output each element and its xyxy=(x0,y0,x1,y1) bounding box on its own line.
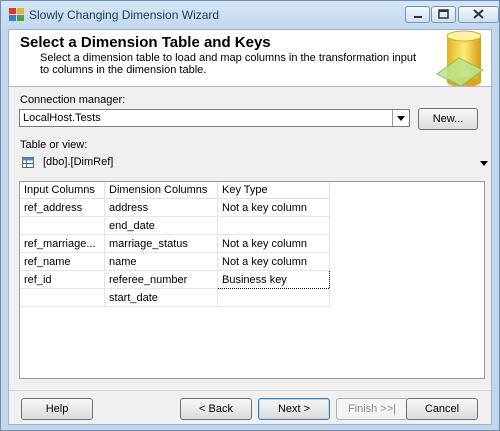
close-icon xyxy=(473,9,484,19)
input-column-cell[interactable] xyxy=(20,216,105,235)
input-column-cell[interactable]: ref_marriage... xyxy=(20,234,105,253)
wizard-page: Select a Dimension Table and Keys Select… xyxy=(8,29,492,425)
chevron-down-icon xyxy=(397,116,405,121)
table-row: ref_marriage... marriage_status Not a ke… xyxy=(20,234,330,253)
wizard-window: Slowly Changing Dimension Wizard Select … xyxy=(0,0,500,431)
connection-manager-select[interactable]: LocalHost.Tests xyxy=(19,109,410,127)
dimension-column-cell: marriage_status xyxy=(104,234,218,253)
next-button[interactable]: Next > xyxy=(258,398,330,420)
connection-manager-value: LocalHost.Tests xyxy=(23,112,101,124)
new-connection-button[interactable]: New... xyxy=(418,108,478,130)
minimize-button[interactable] xyxy=(405,6,430,23)
key-type-cell-selected[interactable]: Business key xyxy=(217,270,330,289)
table-or-view-value: [dbo].[DimRef] xyxy=(43,156,114,168)
title-bar: Slowly Changing Dimension Wizard xyxy=(1,1,499,29)
key-type-cell[interactable]: Not a key column xyxy=(217,252,330,271)
connection-dropdown-arrow[interactable] xyxy=(392,110,409,126)
key-type-cell[interactable]: Not a key column xyxy=(217,234,330,253)
window-title: Slowly Changing Dimension Wizard xyxy=(29,8,220,22)
table-row: ref_name name Not a key column xyxy=(20,252,330,271)
dimension-column-cell: start_date xyxy=(104,288,218,307)
finish-button: Finish >>| xyxy=(336,398,408,420)
footer-divider xyxy=(9,390,491,391)
dimension-columns-header[interactable]: Dimension Columns xyxy=(104,182,218,199)
table-row: ref_id referee_number Business key xyxy=(20,270,330,289)
maximize-icon xyxy=(438,9,449,19)
column-mapping-grid[interactable]: Input Columns Dimension Columns Key Type… xyxy=(19,181,485,379)
table-icon xyxy=(22,157,34,168)
table-or-view-label: Table or view: xyxy=(20,139,88,151)
input-column-cell[interactable] xyxy=(20,288,105,307)
cancel-button[interactable]: Cancel xyxy=(406,398,478,420)
minimize-icon xyxy=(414,16,422,18)
page-header: Select a Dimension Table and Keys Select… xyxy=(9,30,491,87)
table-row: end_date xyxy=(20,216,330,235)
input-column-cell[interactable]: ref_address xyxy=(20,198,105,217)
input-columns-header[interactable]: Input Columns xyxy=(20,182,105,199)
input-column-cell[interactable]: ref_id xyxy=(20,270,105,289)
help-button[interactable]: Help xyxy=(21,398,93,420)
app-icon xyxy=(9,8,24,21)
dimension-column-cell: address xyxy=(104,198,218,217)
input-column-cell[interactable]: ref_name xyxy=(20,252,105,271)
close-window-button[interactable] xyxy=(458,6,499,23)
back-button[interactable]: < Back xyxy=(180,398,252,420)
maximize-button[interactable] xyxy=(431,6,456,23)
key-type-cell[interactable] xyxy=(217,216,330,235)
dimension-column-cell: end_date xyxy=(104,216,218,235)
page-title: Select a Dimension Table and Keys xyxy=(20,34,271,51)
dimension-column-cell: referee_number xyxy=(104,270,218,289)
key-type-header[interactable]: Key Type xyxy=(217,182,330,199)
connection-manager-label: Connection manager: xyxy=(20,94,126,106)
page-subtitle: Select a dimension table to load and map… xyxy=(40,52,417,76)
chevron-down-icon[interactable] xyxy=(480,161,488,166)
table-row: ref_address address Not a key column xyxy=(20,198,330,217)
grid-header-row: Input Columns Dimension Columns Key Type xyxy=(20,182,330,199)
key-type-cell[interactable] xyxy=(217,288,330,307)
table-row: start_date xyxy=(20,288,330,307)
dimension-column-cell: name xyxy=(104,252,218,271)
key-type-cell[interactable]: Not a key column xyxy=(217,198,330,217)
database-banner-icon xyxy=(436,30,484,86)
column-mapping-table: Input Columns Dimension Columns Key Type… xyxy=(20,182,330,307)
table-or-view-select[interactable]: [dbo].[DimRef] xyxy=(19,154,491,172)
